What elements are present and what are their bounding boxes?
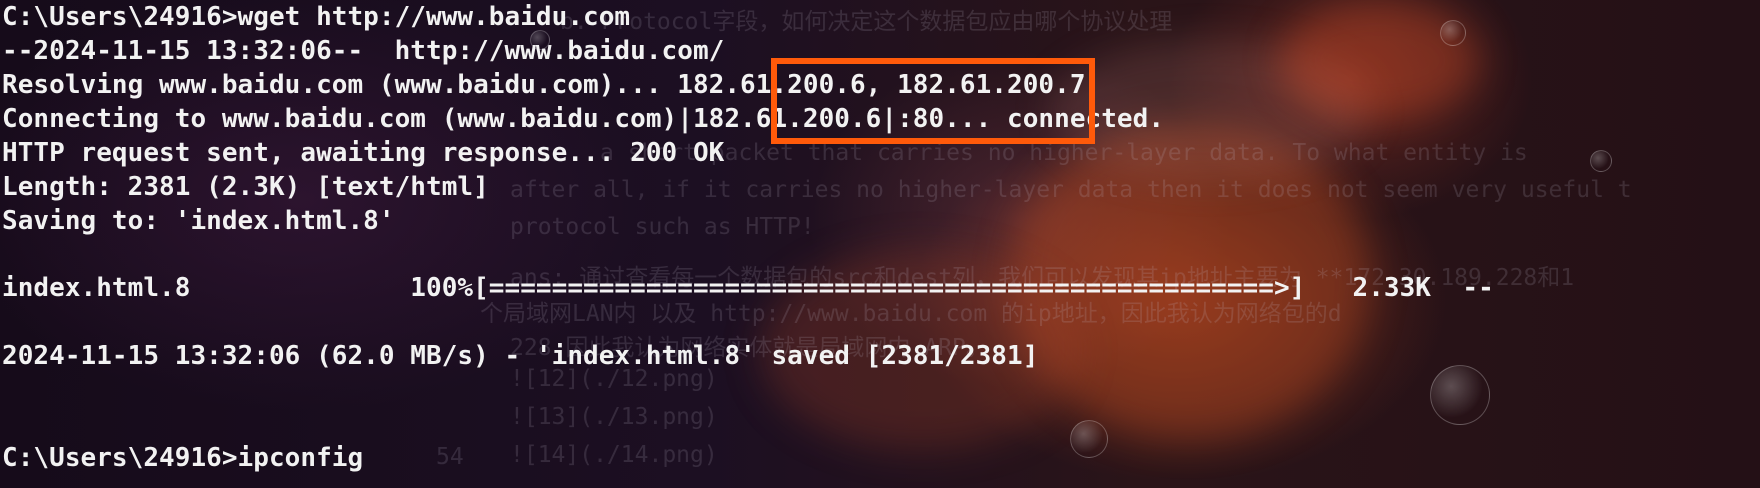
terminal-line-saved: 2024-11-15 13:32:06 (62.0 MB/s) - 'index…: [2, 341, 1039, 371]
terminal-line-command-ipconfig: C:\Users\24916>ipconfig: [2, 443, 364, 473]
ip-address-highlight-box: [771, 58, 1095, 144]
terminal-line-timestamp: --2024-11-15 13:32:06-- http://www.baidu…: [2, 36, 725, 66]
terminal-line-progress: index.html.8 100%[======================…: [2, 273, 1494, 303]
terminal-line-command-wget: C:\Users\24916>wget http://www.baidu.com: [2, 2, 631, 32]
terminal-line-saving: Saving to: 'index.html.8': [2, 206, 395, 236]
terminal-line-http-request: HTTP request sent, awaiting response... …: [2, 138, 725, 168]
terminal-line-length: Length: 2381 (2.3K) [text/html]: [2, 172, 489, 202]
